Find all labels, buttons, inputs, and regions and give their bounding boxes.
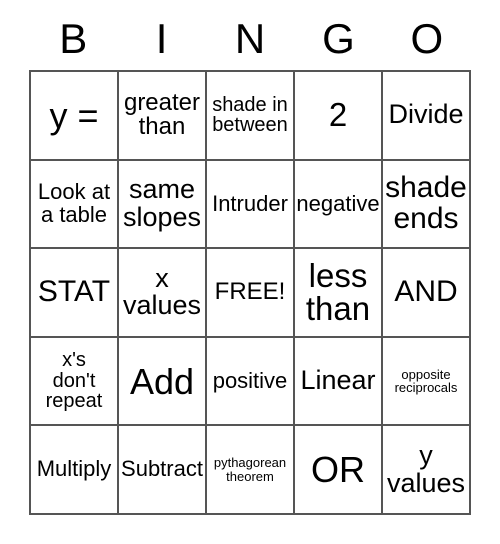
bingo-cell-r5c1[interactable]: Multiply bbox=[31, 426, 119, 515]
bingo-cell-label: Add bbox=[129, 360, 195, 402]
bingo-cell-r2c3[interactable]: Intruder bbox=[207, 160, 295, 250]
bingo-cell-r3c3[interactable]: FREE! bbox=[207, 249, 295, 338]
bingo-cell-r2c4[interactable]: negative bbox=[295, 160, 383, 250]
bingo-cell-label: Linear bbox=[300, 365, 376, 396]
bingo-cell-label: same slopes bbox=[122, 174, 202, 232]
bingo-cell-r2c1[interactable]: Look at a table bbox=[31, 160, 119, 250]
bingo-cell-label: opposite reciprocals bbox=[394, 366, 458, 396]
bingo-cell-r5c3[interactable]: pythagorean theorem bbox=[207, 426, 295, 515]
bingo-cell-label: y = bbox=[49, 94, 99, 136]
bingo-cell-r5c2[interactable]: Subtract bbox=[119, 426, 207, 515]
bingo-cell-r5c5[interactable]: y values bbox=[383, 426, 471, 515]
bingo-cell-r1c1[interactable]: y = bbox=[31, 72, 119, 161]
bingo-cell-r3c4[interactable]: less than bbox=[295, 249, 383, 338]
bingo-cell-r3c5[interactable]: AND bbox=[383, 249, 471, 338]
bingo-cell-label: pythagorean theorem bbox=[213, 455, 287, 484]
bingo-grid: y = greater than shade in between 2 Divide Lo… bbox=[29, 70, 471, 515]
bingo-cell-label: AND bbox=[394, 275, 458, 309]
bingo-cell-label: x's don't repeat bbox=[45, 349, 103, 413]
bingo-cell-r1c2[interactable]: greater than bbox=[119, 72, 207, 161]
bingo-header-letter-n: N bbox=[234, 15, 266, 62]
bingo-cell-label: 2 bbox=[328, 96, 348, 134]
bingo-cell-label: negative bbox=[296, 190, 380, 216]
bingo-cell-label: OR bbox=[311, 449, 365, 491]
bingo-cell-label: Multiply bbox=[36, 456, 112, 482]
bingo-header-letter-o: O bbox=[410, 15, 444, 62]
bingo-cell-label: x values bbox=[122, 262, 202, 321]
bingo-cell-label: FREE! bbox=[214, 278, 286, 306]
bingo-cell-label: Look at a table bbox=[37, 179, 111, 227]
bingo-header-letter-g: G bbox=[322, 15, 355, 62]
bingo-cell-r3c1[interactable]: STAT bbox=[31, 249, 119, 338]
bingo-cell-r1c4[interactable]: 2 bbox=[295, 72, 383, 161]
bingo-header-letter-b: B bbox=[59, 15, 88, 62]
bingo-header-row: BINGO bbox=[29, 8, 471, 70]
bingo-header-letter-i: I bbox=[155, 15, 168, 62]
bingo-cell-label: shade in between bbox=[212, 93, 288, 137]
bingo-cell-r4c3[interactable]: positive bbox=[207, 337, 295, 427]
bingo-cell-label: shade ends bbox=[385, 171, 467, 235]
bingo-cell-label: positive bbox=[212, 367, 288, 393]
bingo-cell-r3c2[interactable]: x values bbox=[119, 249, 207, 338]
bingo-cell-r1c3[interactable]: shade in between bbox=[207, 72, 295, 161]
bingo-cell-r4c1[interactable]: x's don't repeat bbox=[31, 337, 119, 427]
bingo-cell-r4c4[interactable]: Linear bbox=[295, 337, 383, 427]
bingo-cell-label: y values bbox=[386, 439, 466, 498]
bingo-cell-r2c2[interactable]: same slopes bbox=[119, 160, 207, 250]
bingo-cell-r1c5[interactable]: Divide bbox=[383, 72, 471, 161]
bingo-cell-label: Subtract bbox=[121, 456, 203, 482]
bingo-cell-r4c5[interactable]: opposite reciprocals bbox=[383, 337, 471, 427]
bingo-cell-r2c5[interactable]: shade ends bbox=[383, 160, 471, 250]
bingo-cell-r5c4[interactable]: OR bbox=[295, 426, 383, 515]
bingo-card: B I N G O y = greater than shade in between 2 Di… bbox=[0, 0, 500, 544]
bingo-cell-r4c2[interactable]: Add bbox=[119, 337, 207, 427]
bingo-cell-label: STAT bbox=[37, 275, 111, 309]
bingo-cell-label: greater than bbox=[123, 88, 201, 141]
bingo-cell-label: Intruder bbox=[212, 190, 288, 216]
bingo-cell-label: Divide bbox=[388, 99, 464, 130]
bingo-cell-label: less than bbox=[305, 256, 371, 328]
